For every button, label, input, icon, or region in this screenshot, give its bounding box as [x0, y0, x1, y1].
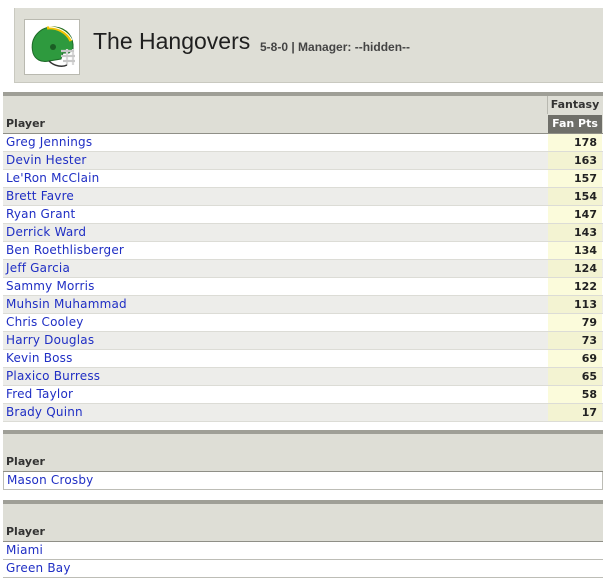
table-row: Brady Quinn 17 — [3, 404, 603, 422]
player-name-link[interactable]: Miami — [6, 543, 43, 557]
team-logo — [24, 19, 80, 75]
fantasy-points-cell: 113 — [548, 296, 602, 313]
starters-rows: Greg Jennings 178 Devin Hester 163 Le'Ron Mc… — [3, 134, 603, 422]
player-name-link[interactable]: Ben Roethlisberger — [6, 243, 124, 257]
fantasy-points-cell: 157 — [548, 170, 602, 187]
fantasy-points-cell: 134 — [548, 242, 602, 259]
football-helmet-icon — [31, 26, 75, 67]
table-row: Harry Douglas 73 — [3, 332, 603, 350]
player-name-link[interactable]: Harry Douglas — [6, 333, 94, 347]
kickers-rows: Mason Crosby — [3, 472, 603, 490]
table-row: Green Bay — [3, 560, 603, 578]
player-column-header: Player — [6, 525, 45, 538]
fantasy-points-cell: 147 — [548, 206, 602, 223]
table-row: Jeff Garcia 124 — [3, 260, 603, 278]
fantasy-points-cell: 124 — [548, 260, 602, 277]
player-name-link[interactable]: Green Bay — [6, 561, 71, 575]
player-name-link[interactable]: Brett Favre — [6, 189, 74, 203]
fantasy-points-cell: 17 — [548, 404, 602, 421]
table-row: Plaxico Burress 65 — [3, 368, 603, 386]
player-name-link[interactable]: Plaxico Burress — [6, 369, 100, 383]
player-column-header: Player — [6, 117, 45, 130]
fantasy-points-cell: 154 — [548, 188, 602, 205]
table-row: Ben Roethlisberger 134 — [3, 242, 603, 260]
table-row: Greg Jennings 178 — [3, 134, 603, 152]
table-row: Derrick Ward 143 — [3, 224, 603, 242]
team-record-manager: 5-8-0 | Manager: --hidden-- — [260, 40, 411, 54]
fantasy-points-cell: 163 — [548, 152, 602, 169]
player-name-link[interactable]: Le'Ron McClain — [6, 171, 99, 185]
table-row: Le'Ron McClain 157 — [3, 170, 603, 188]
fantasy-points-cell: 178 — [548, 134, 602, 151]
kickers-header: Player — [3, 434, 603, 472]
player-name-link[interactable]: Devin Hester — [6, 153, 87, 167]
fantasy-points-cell: 122 — [548, 278, 602, 295]
table-row: Ryan Grant 147 — [3, 206, 603, 224]
defenses-header: Player — [3, 504, 603, 542]
player-name-link[interactable]: Kevin Boss — [6, 351, 73, 365]
fantasy-points-cell: 143 — [548, 224, 602, 241]
player-column-header: Player — [6, 455, 45, 468]
player-name-link[interactable]: Mason Crosby — [7, 473, 93, 487]
fantasy-points-cell: 73 — [548, 332, 602, 349]
player-name-link[interactable]: Muhsin Muhammad — [6, 297, 127, 311]
table-row: Sammy Morris 122 — [3, 278, 603, 296]
fantasy-points-cell: 58 — [548, 386, 602, 403]
team-name: The Hangovers — [93, 28, 251, 54]
table-row: Fred Taylor 58 — [3, 386, 603, 404]
player-name-link[interactable]: Fred Taylor — [6, 387, 73, 401]
player-name-link[interactable]: Derrick Ward — [6, 225, 86, 239]
player-name-link[interactable]: Brady Quinn — [6, 405, 83, 419]
table-row: Brett Favre 154 — [3, 188, 603, 206]
fan-pts-column-header[interactable]: Fan Pts — [548, 115, 602, 133]
table-row: Muhsin Muhammad 113 — [3, 296, 603, 314]
fantasy-points-cell: 65 — [548, 368, 602, 385]
player-name-link[interactable]: Jeff Garcia — [6, 261, 70, 275]
defenses-table: Player Miami Green Bay — [3, 500, 603, 578]
fantasy-points-cell: 79 — [548, 314, 602, 331]
fantasy-group-header: Fantasy — [547, 96, 602, 114]
player-name-link[interactable]: Sammy Morris — [6, 279, 95, 293]
player-name-link[interactable]: Chris Cooley — [6, 315, 84, 329]
fantasy-points-cell: 69 — [548, 350, 602, 367]
kickers-table: Player Mason Crosby — [3, 430, 603, 490]
table-row: Kevin Boss 69 — [3, 350, 603, 368]
table-row: Chris Cooley 79 — [3, 314, 603, 332]
player-name-link[interactable]: Ryan Grant — [6, 207, 75, 221]
player-name-link[interactable]: Greg Jennings — [6, 135, 92, 149]
table-row: Miami — [3, 542, 603, 560]
team-header: The Hangovers 5-8-0 | Manager: --hidden-… — [14, 8, 603, 83]
starters-header: Player Fantasy Fan Pts — [3, 96, 603, 134]
table-row: Devin Hester 163 — [3, 152, 603, 170]
starters-table: Player Fantasy Fan Pts Greg Jennings 178 D… — [3, 92, 603, 422]
defenses-rows: Miami Green Bay — [3, 542, 603, 578]
table-row: Mason Crosby — [3, 472, 603, 490]
